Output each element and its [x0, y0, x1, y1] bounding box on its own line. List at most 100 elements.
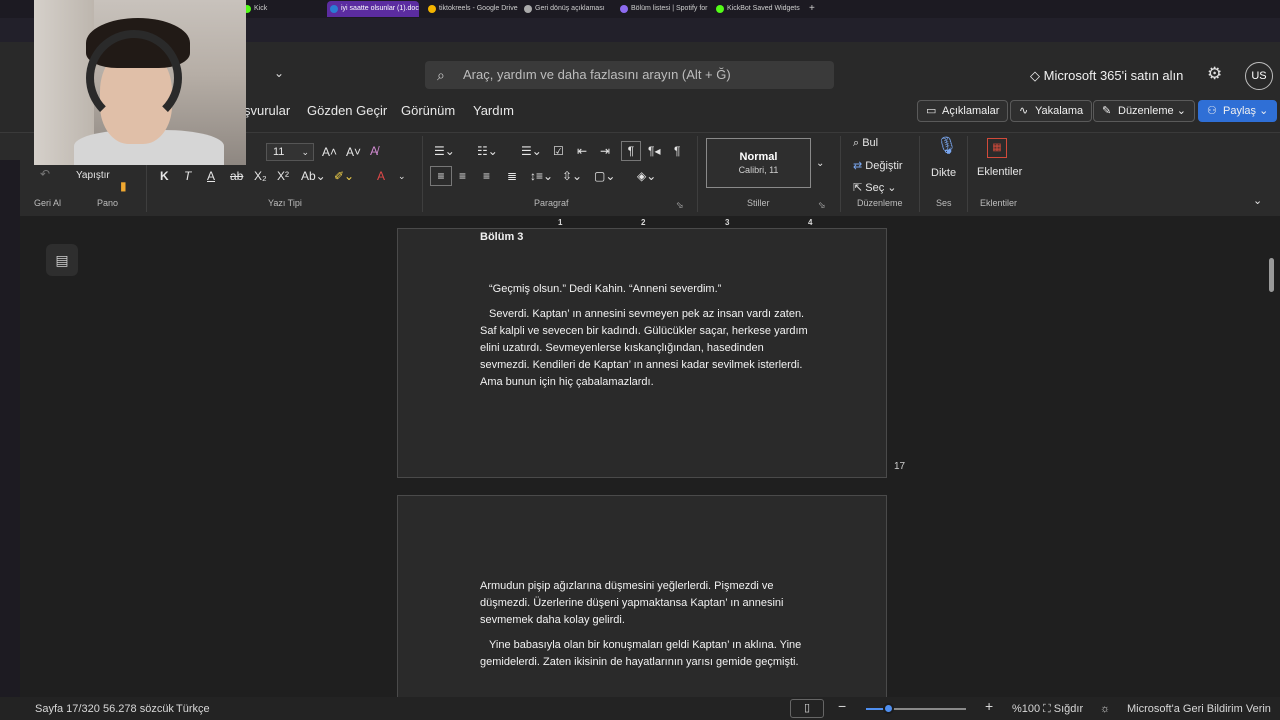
people-icon: ⚇ [1207, 105, 1217, 117]
change-case-icon[interactable]: Ab⌄ [301, 168, 326, 184]
chevron-down-icon[interactable]: ⌄ [274, 66, 284, 80]
divider [919, 136, 920, 212]
search-input[interactable]: ⌕ Araç, yardım ve daha fazlasını arayın … [425, 61, 834, 89]
pencil-icon: ✎ [1102, 105, 1112, 117]
ruler-mark: 2 [641, 218, 646, 227]
page-icon [524, 5, 532, 13]
select-button[interactable]: ⇱ Seç ⌄ [853, 180, 897, 196]
tab-help[interactable]: Yardım [473, 101, 514, 121]
webcam-overlay [34, 0, 246, 165]
page-count[interactable]: Sayfa 17/320 [35, 702, 100, 716]
dialog-launcher-icon[interactable]: ⬂ [818, 197, 826, 213]
tab-feedback[interactable]: Geri dönüş açıklaması [521, 1, 613, 17]
find-button[interactable]: ⌕ Bul [853, 135, 878, 151]
ltr-icon[interactable]: ¶ [674, 143, 680, 159]
show-formatting-icon[interactable]: ¶ [621, 141, 641, 161]
word-count[interactable]: 56.278 sözcük [103, 702, 174, 716]
word-icon [330, 5, 338, 13]
align-right-icon[interactable]: ≡ [483, 168, 490, 184]
multilevel-list-icon[interactable]: ☰⌄ [521, 143, 542, 159]
tab-document[interactable]: iyi saatte olsunlar (1).doc [327, 1, 419, 17]
tab-kick[interactable]: Kick [240, 1, 320, 17]
clear-formatting-icon[interactable]: A̸ [370, 143, 378, 159]
dictate-button[interactable]: Dikte [931, 165, 956, 181]
kickbot-icon [716, 5, 724, 13]
paste-button[interactable]: Yapıştır [76, 168, 110, 184]
font-group-label: Yazı Tipi [268, 198, 302, 208]
justify-icon[interactable]: ≣ [507, 168, 517, 184]
microphone-icon[interactable]: 🎙 [936, 137, 958, 154]
increase-indent-icon[interactable]: ⇥ [600, 143, 610, 159]
shrink-font-icon[interactable]: A˅ [346, 144, 361, 160]
chapter-heading: Bölüm 3 [480, 231, 524, 243]
zoom-out-button[interactable]: − [838, 699, 846, 713]
dialog-launcher-icon[interactable]: ⬂ [676, 197, 684, 213]
tab-view[interactable]: Görünüm [401, 101, 455, 121]
highlight-icon[interactable]: ✐⌄ [334, 168, 354, 184]
avatar[interactable]: US [1245, 62, 1273, 90]
borders-icon[interactable]: ▢⌄ [594, 168, 615, 184]
language[interactable]: Türkçe [176, 702, 210, 716]
feedback-link[interactable]: Microsoft'a Geri Bildirim Verin [1127, 702, 1271, 716]
addins-icon[interactable]: ▦ [987, 138, 1007, 158]
collapse-ribbon-icon[interactable]: ⌄ [1253, 193, 1262, 209]
page-view-icon[interactable]: ▯ [790, 699, 824, 718]
font-size-select[interactable]: 11 ⌄ [266, 143, 314, 161]
italic-icon[interactable]: T [184, 168, 191, 184]
share-button[interactable]: ⚇ Paylaş ⌄ [1198, 100, 1278, 122]
bullets-icon[interactable]: ☰⌄ [434, 143, 455, 159]
zoom-level[interactable]: %100 [1012, 702, 1040, 716]
navigation-pane-button[interactable]: ▤ [46, 244, 78, 276]
styles-more-icon[interactable]: ⌄ [816, 156, 824, 172]
scrollbar-thumb[interactable] [1269, 258, 1274, 292]
divider [422, 136, 423, 212]
clipboard-group-label: Pano [97, 198, 119, 208]
editing-mode-button[interactable]: ✎ Düzenleme ⌄ [1093, 100, 1195, 122]
ruler-mark: 4 [808, 218, 813, 227]
underline-icon[interactable]: A [207, 168, 215, 184]
new-tab-button[interactable]: + [805, 1, 819, 17]
fit-button[interactable]: ⛶ Sığdır [1043, 702, 1083, 716]
zoom-in-button[interactable]: + [985, 699, 993, 713]
divider [840, 136, 841, 212]
decrease-indent-icon[interactable]: ⇤ [577, 143, 587, 159]
numbering-icon[interactable]: ☷⌄ [477, 143, 498, 159]
tab-references[interactable]: şvurular [244, 101, 290, 121]
style-normal[interactable]: Normal Calibri, 11 [706, 138, 811, 188]
chevron-down-icon: ⌄ [301, 147, 309, 157]
paragraph-spacing-icon[interactable]: ⇳⌄ [562, 168, 582, 184]
pulse-icon: ∿ [1019, 105, 1029, 117]
headset [86, 30, 182, 126]
format-painter-icon[interactable]: ▮ [120, 178, 127, 194]
bold-icon[interactable]: K [160, 168, 169, 184]
checklist-icon[interactable]: ☑ [553, 143, 564, 159]
comments-button[interactable]: ▭ Açıklamalar [917, 100, 1009, 122]
tab-google-drive[interactable]: tiktokreels - Google Drive [425, 1, 518, 17]
align-left-icon[interactable]: ≡ [430, 166, 452, 186]
tab-review[interactable]: Gözden Geçir [307, 101, 387, 121]
buy-microsoft-365-button[interactable]: ◇ Microsoft 365'i satın alın [1030, 63, 1183, 89]
align-center-icon[interactable]: ≡ [459, 168, 466, 184]
chevron-down-icon[interactable]: ⌄ [398, 168, 406, 184]
voice-group-label: Ses [936, 198, 952, 208]
strikethrough-icon[interactable]: ab [230, 168, 243, 184]
superscript-icon[interactable]: X² [277, 168, 289, 184]
zoom-slider-handle[interactable] [883, 703, 894, 714]
rtl-icon[interactable]: ¶◂ [648, 143, 660, 159]
gear-icon[interactable]: ⚙ [1207, 64, 1222, 84]
font-color-icon[interactable]: A [377, 168, 385, 184]
comment-icon: ▭ [926, 105, 937, 117]
line-spacing-icon[interactable]: ↕≡⌄ [530, 168, 553, 184]
grow-font-icon[interactable]: A˄ [322, 144, 337, 160]
replace-button[interactable]: ⇄ Değiştir [853, 158, 903, 174]
tab-spotify[interactable]: Bölüm listesi | Spotify for [617, 1, 709, 17]
styles-group-label: Stiller [747, 198, 770, 208]
subscript-icon[interactable]: X₂ [254, 168, 267, 184]
ruler-mark: 1 [558, 218, 563, 227]
undo-icon[interactable]: ↶ [40, 166, 50, 182]
catchup-button[interactable]: ∿ Yakalama [1010, 100, 1093, 122]
addins-button[interactable]: Eklentiler [977, 164, 1022, 180]
shading-icon[interactable]: ◈⌄ [637, 168, 656, 184]
tab-kickbot[interactable]: KickBot Saved Widgets [713, 1, 805, 17]
sun-icon[interactable]: ☼ [1100, 702, 1110, 716]
